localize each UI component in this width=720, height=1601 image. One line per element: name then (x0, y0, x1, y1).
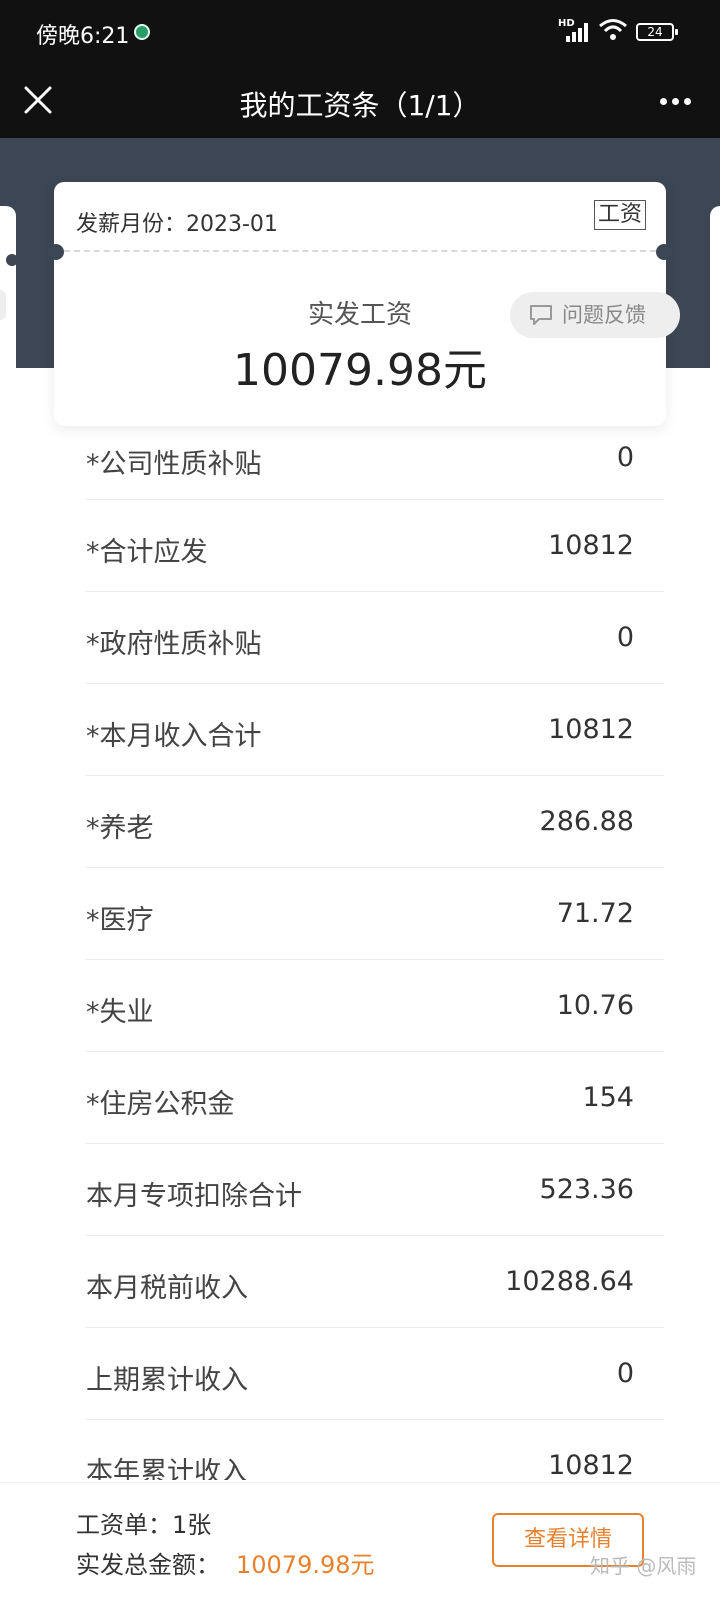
signal-icon (566, 22, 592, 42)
item-value: 154 (582, 1082, 634, 1113)
list-item: *失业 10.76 (86, 960, 664, 1052)
item-value: 286.88 (539, 806, 634, 837)
card-divider (64, 250, 656, 252)
list-item: 本月专项扣除合计 523.36 (86, 1144, 664, 1236)
card-notch (6, 254, 18, 266)
item-value: 10812 (548, 1450, 634, 1480)
item-label: *政府性质补贴 (86, 629, 262, 660)
status-bar: 傍晚6:21 HD 24 (0, 0, 720, 64)
feedback-label: 问题反馈 (562, 303, 646, 327)
list-item: 本年累计收入 10812 (86, 1420, 664, 1480)
item-value: 0 (616, 442, 634, 473)
more-options-icon[interactable] (656, 86, 696, 116)
item-label: 上期累计收入 (86, 1365, 248, 1396)
watermark: 知乎 @风雨 (590, 1554, 697, 1578)
item-value: 0 (616, 622, 634, 653)
previous-card-tag (0, 290, 6, 320)
item-value: 0 (616, 1358, 634, 1389)
item-label: 本月税前收入 (86, 1273, 248, 1304)
item-value: 10812 (548, 530, 634, 561)
chat-bubble-icon (530, 305, 552, 325)
item-label: *住房公积金 (86, 1089, 235, 1120)
list-item: *政府性质补贴 0 (86, 592, 664, 684)
list-item: *本月收入合计 10812 (86, 684, 664, 776)
list-item: 本月税前收入 10288.64 (86, 1236, 664, 1328)
list-item: *住房公积金 154 (86, 1052, 664, 1144)
list-item: *医疗 71.72 (86, 868, 664, 960)
app-notification-icon (134, 24, 150, 40)
item-value: 10.76 (556, 990, 634, 1021)
list-item: 上期累计收入 0 (86, 1328, 664, 1420)
total-amount-label: 实发总金额： (76, 1551, 220, 1579)
item-label: *合计应发 (86, 537, 208, 568)
salary-item-list[interactable]: *公司性质补贴 0 *合计应发 10812 *政府性质补贴 0 *本月收入合计 … (86, 410, 664, 1480)
card-notch-right (656, 244, 672, 260)
payslip-type-tag: 工资 (593, 200, 646, 230)
battery-icon: 24 (636, 23, 678, 41)
card-notch-left (48, 244, 64, 260)
feedback-button[interactable]: 问题反馈 (510, 292, 680, 338)
status-time: 傍晚6:21 (36, 24, 130, 49)
item-label: *公司性质补贴 (86, 449, 262, 480)
summary-footer: 工资单：1张 实发总金额： 10079.98元 查看详情 (0, 1482, 720, 1601)
payslip-count: 工资单：1张 (76, 1511, 212, 1539)
wifi-icon (599, 19, 627, 40)
next-card-peek[interactable] (710, 206, 720, 402)
item-label: *失业 (86, 997, 154, 1028)
item-label: *养老 (86, 813, 154, 844)
pay-month: 发薪月份：2023-01 (76, 212, 278, 237)
page-title: 我的工资条（1/1） (239, 89, 481, 122)
item-value: 10288.64 (505, 1266, 634, 1297)
item-label: *医疗 (86, 905, 154, 936)
item-label: 本年累计收入 (86, 1457, 248, 1480)
item-value: 523.36 (539, 1174, 634, 1205)
item-label: 本月专项扣除合计 (86, 1181, 302, 1212)
list-item: *养老 286.88 (86, 776, 664, 868)
list-item: *合计应发 10812 (86, 500, 664, 592)
list-item: *公司性质补贴 0 (86, 410, 664, 500)
nav-bar: 我的工资条（1/1） (0, 64, 720, 138)
item-value: 71.72 (556, 898, 634, 929)
total-amount-value: 10079.98元 (236, 1551, 375, 1579)
net-pay-amount: 10079.98元 (233, 345, 487, 396)
item-value: 10812 (548, 714, 634, 745)
item-label: *本月收入合计 (86, 721, 262, 752)
